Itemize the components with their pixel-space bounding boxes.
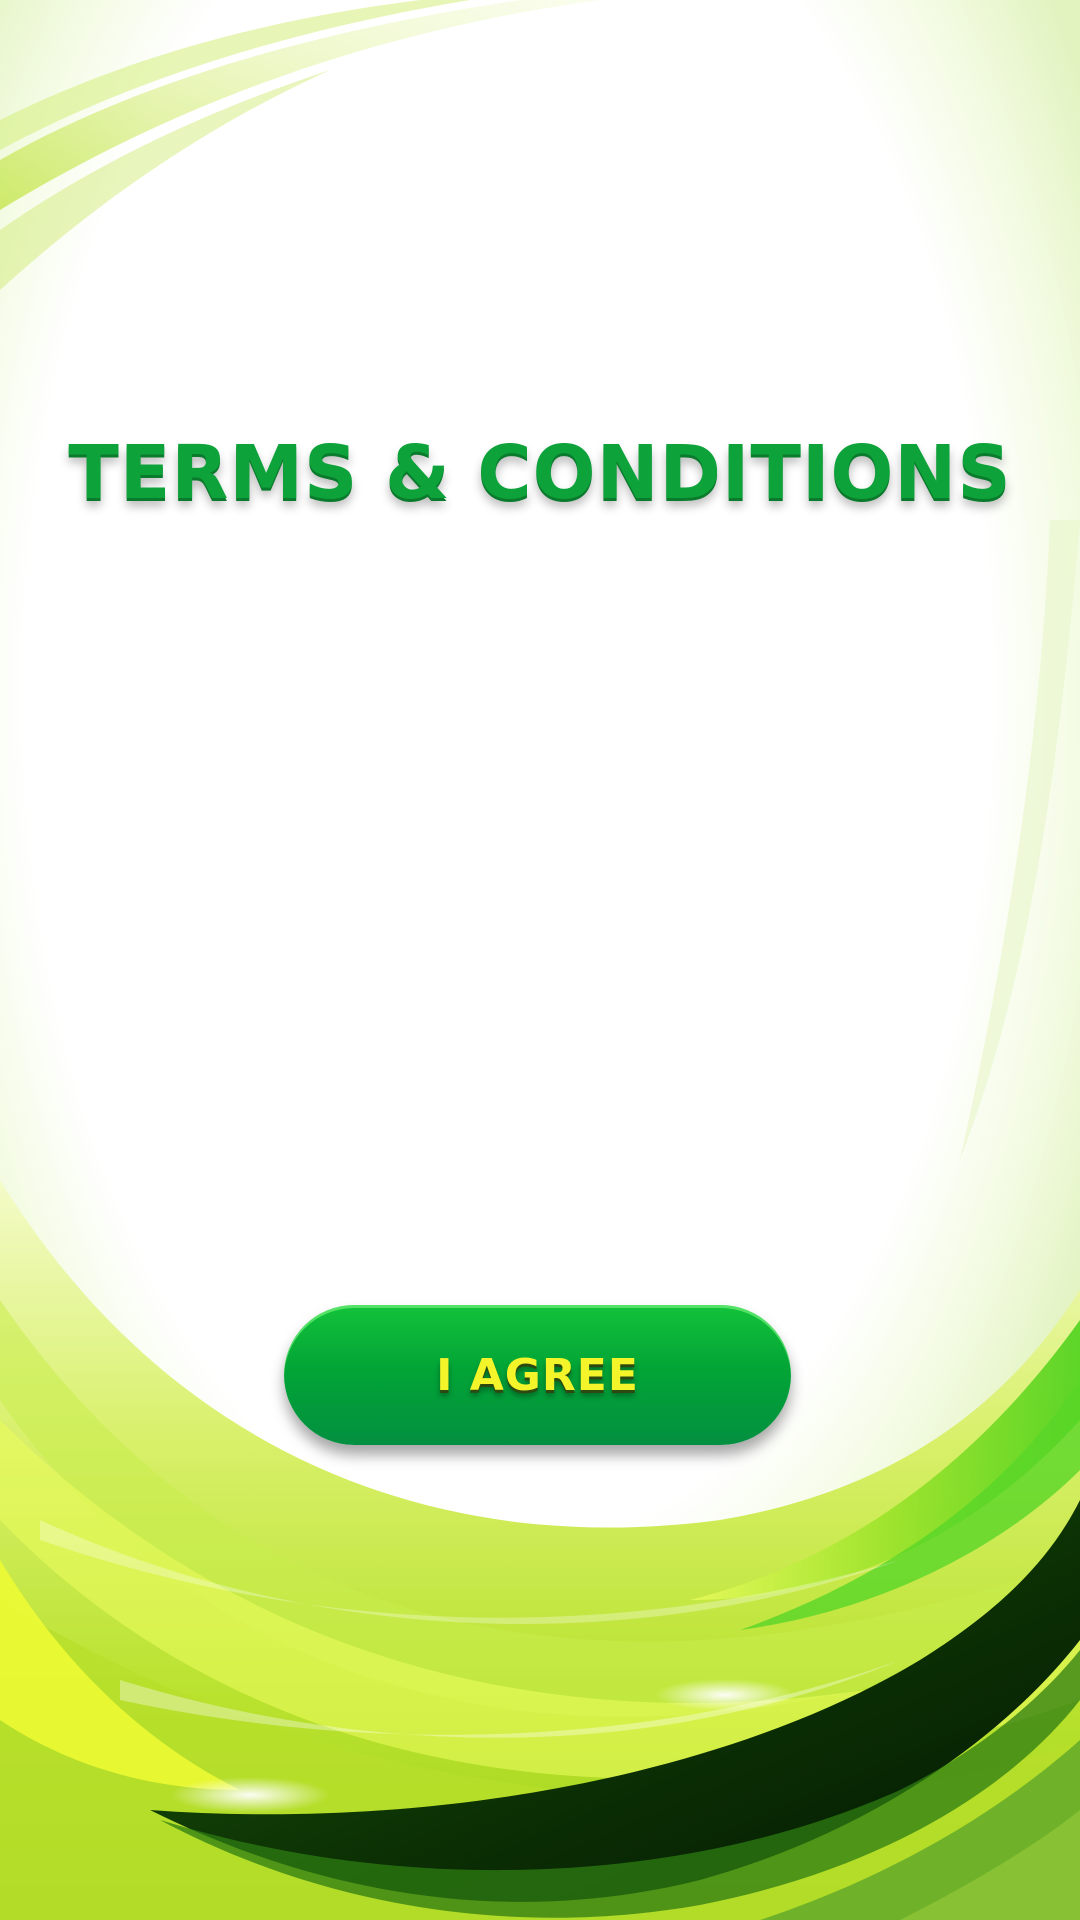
page-title: TERMS & CONDITIONS (68, 430, 1012, 516)
agree-button-label: I AGREE (436, 1349, 639, 1401)
agree-button[interactable]: I AGREE (284, 1305, 791, 1445)
green-swirl-background (0, 0, 1080, 1920)
